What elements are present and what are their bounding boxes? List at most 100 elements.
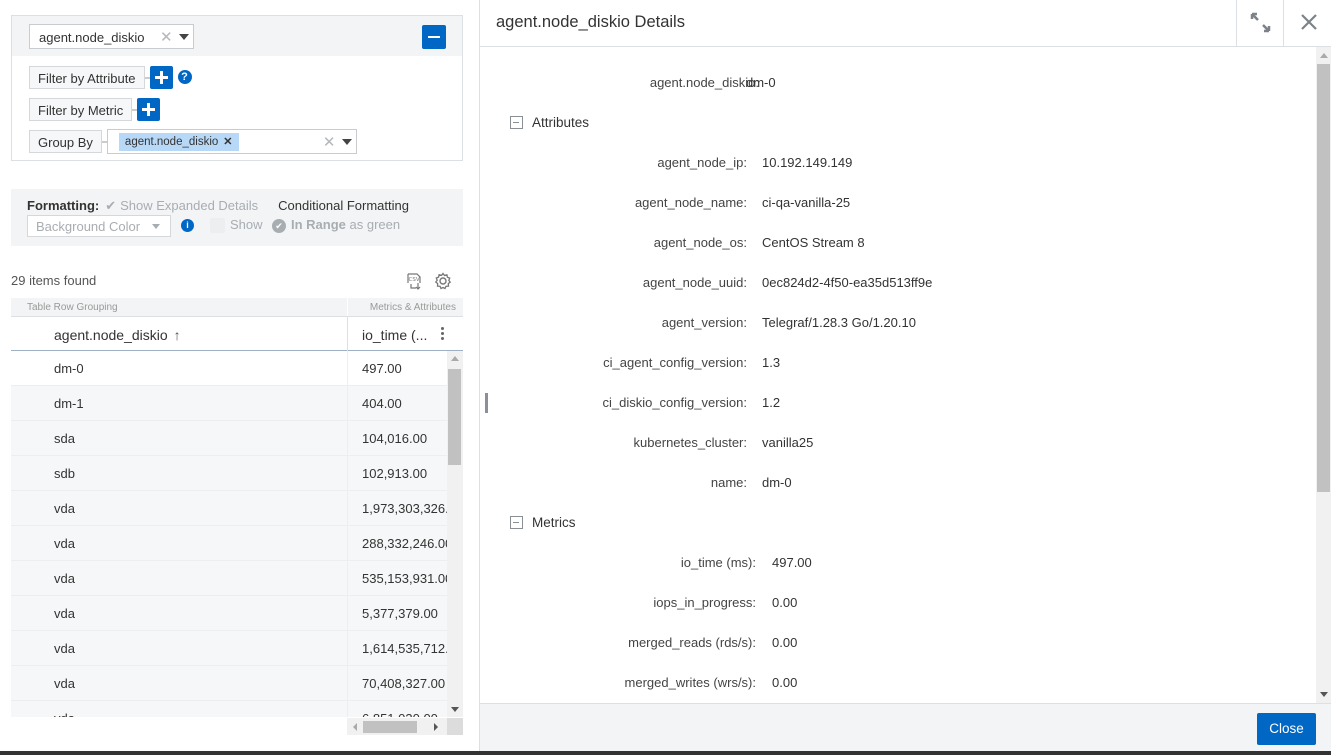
- detail-key: ci_diskio_config_version:: [602, 395, 747, 410]
- resize-handle[interactable]: [485, 393, 488, 413]
- detail-row: agent_node_ip: 10.192.149.149: [480, 155, 1331, 175]
- scroll-thumb[interactable]: [1317, 64, 1330, 492]
- detail-value: 1.3: [762, 355, 781, 370]
- info-icon[interactable]: i: [181, 219, 194, 232]
- close-panel-button[interactable]: [1283, 0, 1331, 46]
- table-row-grouping-label: Table Row Grouping: [27, 302, 118, 313]
- table-row[interactable]: vda 1,973,303,326.00: [11, 491, 447, 526]
- table-horizontal-scrollbar[interactable]: [347, 718, 447, 735]
- object-type-select[interactable]: agent.node_diskio ✕: [29, 24, 194, 49]
- clear-icon[interactable]: ✕: [160, 28, 173, 46]
- show-checkbox[interactable]: [210, 218, 225, 233]
- remove-chip-icon[interactable]: ✕: [223, 136, 232, 148]
- row-diskio: vda: [54, 606, 75, 621]
- table-row[interactable]: vda 70,408,327.00: [11, 666, 447, 701]
- collapse-icon[interactable]: [510, 116, 523, 129]
- details-panel: agent.node_diskio Details agent.node_dis…: [479, 0, 1331, 751]
- row-io-time: 535,153,931.00: [362, 571, 447, 586]
- row-diskio: vda: [54, 501, 75, 516]
- detail-row: merged_writes (wrs/s): 0.00: [480, 675, 1331, 695]
- table-row[interactable]: dm-0 497.00: [11, 351, 447, 386]
- scroll-up-icon[interactable]: [1320, 53, 1328, 58]
- scroll-right-icon[interactable]: [434, 723, 438, 731]
- row-io-time: 404.00: [362, 396, 402, 411]
- svg-text:CSV: CSV: [409, 277, 420, 283]
- table-vertical-scrollbar[interactable]: [447, 351, 463, 717]
- row-io-time: 102,913.00: [362, 466, 428, 481]
- chevron-down-icon[interactable]: [341, 139, 352, 145]
- table-row[interactable]: vda 1,614,535,712.00: [11, 631, 447, 666]
- table-row[interactable]: dm-1 404.00: [11, 386, 447, 421]
- row-diskio: sda: [54, 431, 75, 446]
- object-type-value: agent.node_diskio: [39, 30, 145, 45]
- scroll-down-icon[interactable]: [1320, 692, 1328, 697]
- column-menu-icon[interactable]: [441, 325, 445, 343]
- detail-value: 0ec824d2-4f50-ea35d513ff9e: [762, 275, 933, 290]
- scroll-up-icon[interactable]: [451, 356, 459, 361]
- table-row[interactable]: vda 6,851,030.00: [11, 701, 447, 717]
- taskbar-edge: [0, 751, 1331, 755]
- row-io-time: 288,332,246.00: [362, 536, 447, 551]
- close-button[interactable]: Close: [1257, 713, 1316, 745]
- table-row[interactable]: sda 104,016.00: [11, 421, 447, 456]
- scroll-left-icon[interactable]: [353, 723, 357, 731]
- detail-key: agent_version:: [661, 315, 747, 330]
- clear-icon[interactable]: ✕: [323, 133, 336, 151]
- detail-key: ci_agent_config_version:: [603, 355, 747, 370]
- filter-by-attribute-label: Filter by Attribute: [29, 66, 145, 89]
- column-header-io-time[interactable]: io_time (...: [362, 327, 427, 343]
- detail-value: 497.00: [772, 555, 812, 570]
- row-diskio: sdb: [54, 466, 75, 481]
- show-expanded-details-toggle[interactable]: Show Expanded Details: [120, 198, 258, 213]
- metrics-section-toggle[interactable]: Metrics: [510, 515, 576, 530]
- detail-row: agent_node_name: ci-qa-vanilla-25: [480, 195, 1331, 215]
- attributes-section-toggle[interactable]: Attributes: [510, 115, 589, 130]
- check-icon: ✔: [105, 198, 117, 213]
- table-row[interactable]: sdb 102,913.00: [11, 456, 447, 491]
- scrollbar-corner: [447, 718, 463, 735]
- detail-value: 10.192.149.149: [762, 155, 853, 170]
- filter-metric-row: Filter by Metric: [29, 98, 161, 121]
- expand-button[interactable]: [1236, 0, 1283, 46]
- table-group-header: Table Row Grouping Metrics & Attributes: [11, 298, 463, 316]
- help-icon[interactable]: ?: [177, 70, 192, 84]
- show-label: Show: [230, 217, 263, 232]
- collapse-query-button[interactable]: [422, 25, 446, 49]
- add-metric-filter-button[interactable]: [137, 98, 161, 121]
- scroll-thumb[interactable]: [363, 721, 417, 733]
- details-scrollbar[interactable]: [1316, 47, 1331, 703]
- detail-value: 0.00: [772, 635, 798, 650]
- row-io-time: 1,614,535,712.00: [362, 641, 447, 656]
- csv-export-icon[interactable]: CSV: [405, 272, 423, 290]
- formatting-bar: Formatting: ✔ Show Expanded Details Conditi…: [11, 189, 463, 246]
- gear-icon[interactable]: [434, 272, 452, 290]
- in-range-text: In Range as green: [291, 217, 400, 232]
- primary-row: agent.node_diskio: dm-0: [480, 75, 1331, 95]
- table-row[interactable]: vda 5,377,379.00: [11, 596, 447, 631]
- add-attribute-filter-button[interactable]: [149, 66, 173, 89]
- row-io-time: 5,377,379.00: [362, 606, 438, 621]
- detail-row: ci_agent_config_version: 1.3: [480, 355, 1331, 375]
- column-header-diskio[interactable]: agent.node_diskio ↑: [54, 327, 181, 343]
- detail-value: 0.00: [772, 595, 798, 610]
- chevron-down-icon[interactable]: [179, 34, 189, 40]
- background-color-select[interactable]: Background Color: [27, 215, 171, 237]
- expand-icon: [1250, 12, 1271, 33]
- primary-key: agent.node_diskio:: [649, 75, 759, 90]
- scroll-thumb[interactable]: [448, 369, 461, 465]
- detail-key: agent_node_os:: [653, 235, 747, 250]
- row-io-time: 104,016.00: [362, 431, 428, 446]
- row-diskio: vda: [54, 571, 75, 586]
- details-title: agent.node_diskio Details: [496, 13, 685, 31]
- query-header: agent.node_diskio ✕: [12, 16, 462, 56]
- scroll-down-icon[interactable]: [451, 707, 459, 712]
- collapse-icon[interactable]: [510, 516, 523, 529]
- group-by-select[interactable]: agent.node_diskio ✕ ✕: [106, 129, 357, 154]
- sort-ascending-icon[interactable]: ↑: [174, 327, 181, 343]
- filter-attribute-row: Filter by Attribute?: [29, 66, 192, 89]
- table-row[interactable]: vda 535,153,931.00: [11, 561, 447, 596]
- row-diskio: vda: [54, 641, 75, 656]
- group-by-row: Group By agent.node_diskio ✕ ✕: [29, 129, 357, 154]
- close-icon: [1301, 14, 1317, 30]
- table-row[interactable]: vda 288,332,246.00: [11, 526, 447, 561]
